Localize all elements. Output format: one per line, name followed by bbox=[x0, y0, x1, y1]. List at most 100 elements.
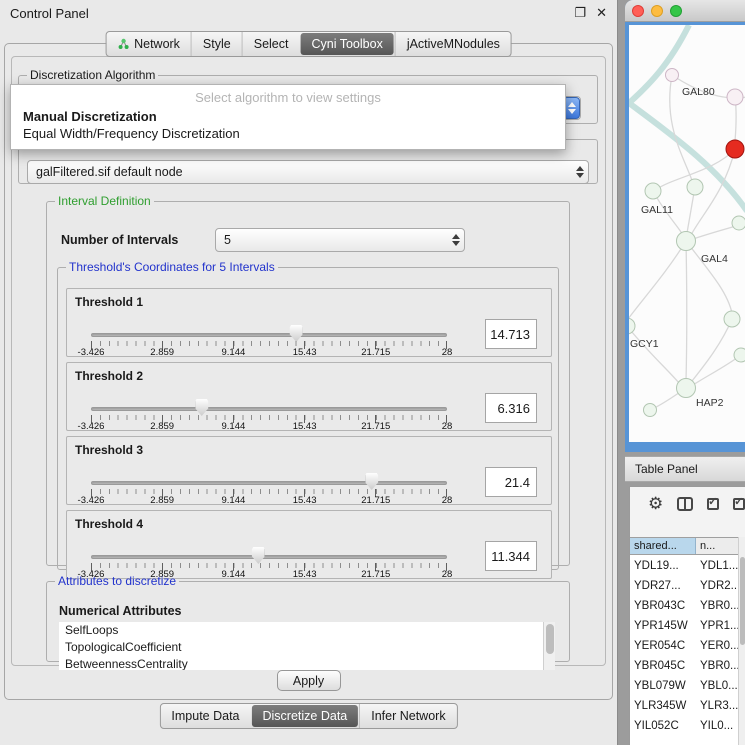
float-window-icon[interactable]: ❐ bbox=[574, 5, 586, 21]
columns-icon[interactable] bbox=[677, 497, 693, 511]
close-window-icon[interactable]: ✕ bbox=[596, 5, 607, 21]
tab-infer-network[interactable]: Infer Network bbox=[359, 704, 456, 728]
checkbox-select-icon[interactable] bbox=[707, 498, 719, 510]
network-node[interactable] bbox=[687, 179, 703, 195]
node-label: GCY1 bbox=[630, 338, 659, 350]
popup-prompt: Select algorithm to view settings bbox=[11, 89, 565, 108]
traffic-light-close-icon[interactable] bbox=[632, 5, 644, 17]
list-item[interactable]: TopologicalCoefficient bbox=[59, 639, 555, 656]
traffic-light-zoom-icon[interactable] bbox=[670, 5, 682, 17]
cell[interactable]: YPR1... bbox=[696, 620, 738, 632]
network-node[interactable] bbox=[666, 69, 679, 82]
table-row[interactable]: YDL19... YDL1... bbox=[630, 556, 738, 576]
cell[interactable]: YIL052C bbox=[630, 720, 696, 732]
network-node[interactable] bbox=[644, 404, 657, 417]
list-scrollbar[interactable] bbox=[543, 622, 555, 670]
column-header-name[interactable]: n... bbox=[696, 538, 739, 554]
top-tabstrip: Network Style Select Cyni Toolbox jActiv… bbox=[105, 31, 512, 57]
threshold-value-input[interactable]: 6.316 bbox=[485, 393, 537, 423]
cell[interactable]: YLR345W bbox=[630, 700, 696, 712]
slider-thumb[interactable] bbox=[290, 325, 303, 342]
slider-track[interactable] bbox=[91, 481, 447, 485]
tab-discretize-data[interactable]: Discretize Data bbox=[252, 705, 359, 727]
scrollbar-thumb[interactable] bbox=[546, 624, 554, 654]
slider-thumb[interactable] bbox=[252, 547, 265, 564]
cell[interactable]: YBR0... bbox=[696, 660, 738, 672]
cell[interactable]: YDL1... bbox=[696, 560, 738, 572]
network-node[interactable] bbox=[727, 89, 743, 105]
apply-button[interactable]: Apply bbox=[277, 670, 341, 691]
slider-track[interactable] bbox=[91, 407, 447, 411]
scale-label: -3.426 bbox=[78, 347, 105, 358]
slider-thumb[interactable] bbox=[195, 399, 208, 416]
slider-thumb[interactable] bbox=[365, 473, 378, 490]
checkbox-select-all-icon[interactable] bbox=[733, 498, 745, 510]
tab-label: Impute Data bbox=[171, 709, 239, 723]
cell[interactable]: YPR145W bbox=[630, 620, 696, 632]
cell[interactable]: YDR2... bbox=[696, 580, 738, 592]
tab-impute-data[interactable]: Impute Data bbox=[160, 704, 250, 728]
table-row[interactable]: YBR045C YBR0... bbox=[630, 656, 738, 676]
popup-item-manual-discretization[interactable]: Manual Discretization bbox=[11, 108, 565, 125]
table-row[interactable]: YIL052C YIL0... bbox=[630, 716, 738, 736]
combo-stepper-icon[interactable] bbox=[571, 161, 588, 183]
cell[interactable]: YBL079W bbox=[630, 680, 696, 692]
popup-item-equal-width-frequency[interactable]: Equal Width/Frequency Discretization bbox=[11, 125, 565, 142]
network-node[interactable] bbox=[645, 183, 661, 199]
cell[interactable]: YBR043C bbox=[630, 600, 696, 612]
network-node[interactable] bbox=[677, 232, 696, 251]
table-row[interactable]: YLR345W YLR3... bbox=[630, 696, 738, 716]
cell[interactable]: YBL0... bbox=[696, 680, 738, 692]
slider-track[interactable] bbox=[91, 555, 447, 559]
threshold-value-input[interactable]: 14.713 bbox=[485, 319, 537, 349]
tab-style[interactable]: Style bbox=[191, 32, 242, 56]
combo-stepper-icon[interactable] bbox=[447, 229, 464, 251]
number-of-intervals-combobox[interactable]: 5 bbox=[215, 228, 465, 252]
cell[interactable]: YBR0... bbox=[696, 600, 738, 612]
cell[interactable]: YLR3... bbox=[696, 700, 738, 712]
threshold-box-1: Threshold 1 -3.426 2.859 9.144 15.43 21.… bbox=[66, 288, 552, 357]
threshold-value-input[interactable]: 21.4 bbox=[485, 467, 537, 497]
cell[interactable]: YDL19... bbox=[630, 560, 696, 572]
scrollbar-thumb[interactable] bbox=[740, 557, 745, 645]
cell[interactable]: YDR27... bbox=[630, 580, 696, 592]
table-row[interactable]: YDR27... YDR2... bbox=[630, 576, 738, 596]
table-row[interactable]: YPR145W YPR1... bbox=[630, 616, 738, 636]
tab-jactivemnodules[interactable]: jActiveMNodules bbox=[395, 32, 511, 56]
slider-track[interactable] bbox=[91, 333, 447, 337]
scale-label: 21.715 bbox=[361, 421, 390, 432]
slider-scale: -3.426 2.859 9.144 15.43 21.715 28 bbox=[91, 421, 447, 433]
list-item[interactable]: BetweennessCentrality bbox=[59, 656, 555, 670]
cell[interactable]: YER054C bbox=[630, 640, 696, 652]
tab-network[interactable]: Network bbox=[106, 32, 191, 56]
network-node[interactable] bbox=[629, 318, 635, 334]
table-data-combobox[interactable]: galFiltered.sif default node bbox=[27, 160, 589, 184]
gear-icon[interactable]: ⚙ bbox=[648, 495, 663, 512]
cell[interactable]: YBR045C bbox=[630, 660, 696, 672]
cell[interactable]: YIL0... bbox=[696, 720, 738, 732]
tab-select[interactable]: Select bbox=[242, 32, 300, 56]
network-node[interactable] bbox=[732, 216, 745, 230]
list-item[interactable]: SelfLoops bbox=[59, 622, 555, 639]
node-label: GAL11 bbox=[641, 204, 673, 216]
network-canvas[interactable]: GAL80 GAL11 GAL4 GCY1 HAP2 bbox=[629, 25, 745, 442]
cell[interactable]: YER0... bbox=[696, 640, 738, 652]
network-node[interactable] bbox=[677, 379, 696, 398]
table-row[interactable]: YBR043C YBR0... bbox=[630, 596, 738, 616]
network-node-selected[interactable] bbox=[726, 140, 744, 158]
traffic-light-minimize-icon[interactable] bbox=[651, 5, 663, 17]
column-header-shared-name[interactable]: shared... bbox=[630, 538, 696, 554]
threshold-value-input[interactable]: 11.344 bbox=[485, 541, 537, 571]
scale-label: 21.715 bbox=[361, 495, 390, 506]
table-row[interactable]: YBL079W YBL0... bbox=[630, 676, 738, 696]
tab-label: Network bbox=[134, 37, 180, 51]
control-panel-window: Control Panel ❐ ✕ Network Style Select C… bbox=[0, 0, 618, 745]
network-edge-thick bbox=[629, 25, 745, 211]
table-scrollbar[interactable] bbox=[738, 537, 745, 745]
network-node[interactable] bbox=[734, 348, 745, 362]
tab-cyni-toolbox[interactable]: Cyni Toolbox bbox=[300, 33, 393, 55]
table-row[interactable]: YER054C YER0... bbox=[630, 636, 738, 656]
bottom-tabstrip: Impute Data Discretize Data Infer Networ… bbox=[159, 703, 457, 729]
network-node[interactable] bbox=[724, 311, 740, 327]
slider-scale: -3.426 2.859 9.144 15.43 21.715 28 bbox=[91, 495, 447, 507]
